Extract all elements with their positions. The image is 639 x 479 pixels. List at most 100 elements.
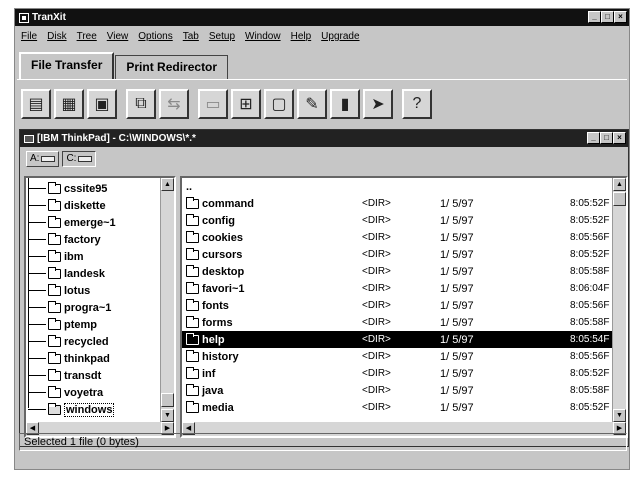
sync-folders-button[interactable]: ⊞ (231, 89, 261, 119)
list-scroll-down-arrow[interactable]: ▼ (613, 409, 626, 422)
minimize-button[interactable]: _ (588, 11, 601, 23)
file-time: 8:05:54F (570, 334, 610, 345)
child-close-button[interactable]: × (613, 132, 626, 144)
list-vertical-scrollbar[interactable]: ▲ ▼ (612, 178, 626, 422)
screen-button[interactable]: ▢ (264, 89, 294, 119)
file-name: fonts (202, 299, 229, 312)
child-maximize-button[interactable]: □ (600, 132, 613, 144)
file-row[interactable]: inf <DIR> 1/ 5/97 8:05:52F (182, 365, 616, 382)
file-name-cell: desktop (186, 264, 244, 278)
tree-item[interactable]: recycled (26, 333, 162, 350)
tree-item[interactable]: ptemp (26, 316, 162, 333)
tree-item[interactable]: factory (26, 231, 162, 248)
file-row[interactable]: java <DIR> 1/ 5/97 8:05:58F (182, 382, 616, 399)
file-row[interactable]: media <DIR> 1/ 5/97 8:05:52F (182, 399, 616, 416)
drive-c-button[interactable]: C: (62, 151, 97, 167)
folder-icon (48, 300, 61, 313)
tab-file-transfer[interactable]: File Transfer (19, 52, 115, 79)
file-time: 8:06:04F (570, 283, 610, 294)
tree-item[interactable]: diskette (26, 197, 162, 214)
tree-branch-line (28, 409, 46, 410)
menu-file[interactable]: File (21, 31, 37, 42)
help-button[interactable]: ? (402, 89, 432, 119)
file-row[interactable]: forms <DIR> 1/ 5/97 8:05:58F (182, 314, 616, 331)
tree-item[interactable]: cssite95 (26, 180, 162, 197)
tab-print-redirector[interactable]: Print Redirector (115, 55, 229, 79)
toolbar: ▤ ▦ ▣ ⧉ ⇆ ▭ ⊞ ▢ ✎ ▮ ➤? (21, 89, 432, 121)
drive-a-button[interactable]: A: (26, 151, 60, 167)
tree-item[interactable]: lotus (26, 282, 162, 299)
edit-file-button[interactable]: ▦ (54, 89, 84, 119)
close-button[interactable]: × (614, 11, 627, 23)
tree-item[interactable]: progra~1 (26, 299, 162, 316)
tree-item[interactable]: landesk (26, 265, 162, 282)
file-row[interactable]: config <DIR> 1/ 5/97 8:05:52F (182, 212, 616, 229)
child-title-bar: [IBM ThinkPad] - C:\WINDOWS\*.* _ □ × (20, 130, 628, 147)
pen-button[interactable]: ✎ (297, 89, 327, 119)
tree-vertical-scrollbar[interactable]: ▲ ▼ (160, 178, 174, 422)
file-list[interactable]: media <DIR> 1/ 5/97 8:05:52F java <DIR> 1/ 5/9… (180, 176, 628, 438)
menu-help[interactable]: Help (291, 31, 312, 42)
file-row[interactable]: favori~1 <DIR> 1/ 5/97 8:06:04F (182, 280, 616, 297)
list-scroll-thumb[interactable] (613, 192, 626, 206)
file-row[interactable]: history <DIR> 1/ 5/97 8:05:56F (182, 348, 616, 365)
file-date: 1/ 5/97 (440, 367, 474, 380)
menu-upgrade[interactable]: Upgrade (321, 31, 359, 42)
transfer-button[interactable]: ⇆ (159, 89, 189, 119)
tree-branch-line (28, 358, 46, 359)
tree-scroll-up-arrow[interactable]: ▲ (161, 178, 174, 191)
run-button[interactable]: ➤ (363, 89, 393, 119)
menu-disk[interactable]: Disk (47, 31, 66, 42)
file-row[interactable]: help <DIR> 1/ 5/97 8:05:54F (182, 331, 616, 348)
tree-item[interactable]: transdt (26, 367, 162, 384)
file-row[interactable]: command <DIR> 1/ 5/97 8:05:52F (182, 195, 616, 212)
hard-drive-icon (78, 156, 93, 162)
open-folder-icon (48, 402, 61, 415)
compare-button[interactable]: ▭ (198, 89, 228, 119)
child-minimize-button[interactable]: _ (587, 132, 600, 144)
tree-scroll-down-arrow[interactable]: ▼ (161, 409, 174, 422)
edit-file-icon: ▦ (61, 96, 77, 113)
app-icon[interactable] (19, 12, 29, 23)
tree-scroll-thumb[interactable] (161, 393, 174, 407)
file-row[interactable]: fonts <DIR> 1/ 5/97 8:05:56F (182, 297, 616, 314)
folder-icon (48, 283, 61, 296)
tree-item-label: cssite95 (64, 182, 108, 195)
child-window-controls: _ □ × (587, 132, 626, 144)
save-disk-button[interactable]: ▣ (87, 89, 117, 119)
file-time: 8:05:52F (570, 215, 610, 226)
device-button[interactable]: ▮ (330, 89, 360, 119)
copy-file-button[interactable]: ▤ (21, 89, 51, 119)
menu-view[interactable]: View (107, 31, 129, 42)
tree-item[interactable]: ibm (26, 248, 162, 265)
file-row[interactable]: cursors <DIR> 1/ 5/97 8:05:52F (182, 246, 616, 263)
folder-icon (186, 264, 199, 277)
folder-tree[interactable]: ▲ ▼ ◀ ▶ cssite95 diskette emerge~1 factory i… (24, 176, 176, 438)
sync-folders-icon: ⊞ (239, 96, 253, 113)
menu-window[interactable]: Window (245, 31, 281, 42)
menu-tab[interactable]: Tab (183, 31, 199, 42)
file-name-cell: cookies (186, 230, 243, 244)
list-scroll-up-arrow[interactable]: ▲ (613, 178, 626, 191)
child-window-title: [IBM ThinkPad] - C:\WINDOWS\*.* (37, 133, 196, 144)
file-time: 8:05:56F (570, 232, 610, 243)
file-row[interactable]: .. (182, 178, 616, 195)
file-name-cell: cursors (186, 247, 242, 261)
file-row[interactable]: desktop <DIR> 1/ 5/97 8:05:58F (182, 263, 616, 280)
maximize-button[interactable]: □ (601, 11, 614, 23)
tree-item[interactable]: voyetra (26, 384, 162, 401)
menu-tree[interactable]: Tree (77, 31, 97, 42)
tree-item[interactable]: windows (26, 401, 162, 418)
menu-options[interactable]: Options (138, 31, 172, 42)
file-row[interactable]: cookies <DIR> 1/ 5/97 8:05:56F (182, 229, 616, 246)
tree-item[interactable]: thinkpad (26, 350, 162, 367)
connect-button[interactable]: ⧉ (126, 89, 156, 119)
file-name: command (202, 197, 254, 210)
folder-icon (186, 230, 199, 243)
file-date: 1/ 5/97 (440, 248, 474, 261)
child-system-menu-icon[interactable] (24, 134, 34, 143)
tree-item[interactable]: emerge~1 (26, 214, 162, 231)
tranxit-window: TranXit _ □ × File Disk Tree View Options Tab… (14, 8, 630, 470)
file-name: forms (202, 316, 233, 329)
menu-setup[interactable]: Setup (209, 31, 235, 42)
